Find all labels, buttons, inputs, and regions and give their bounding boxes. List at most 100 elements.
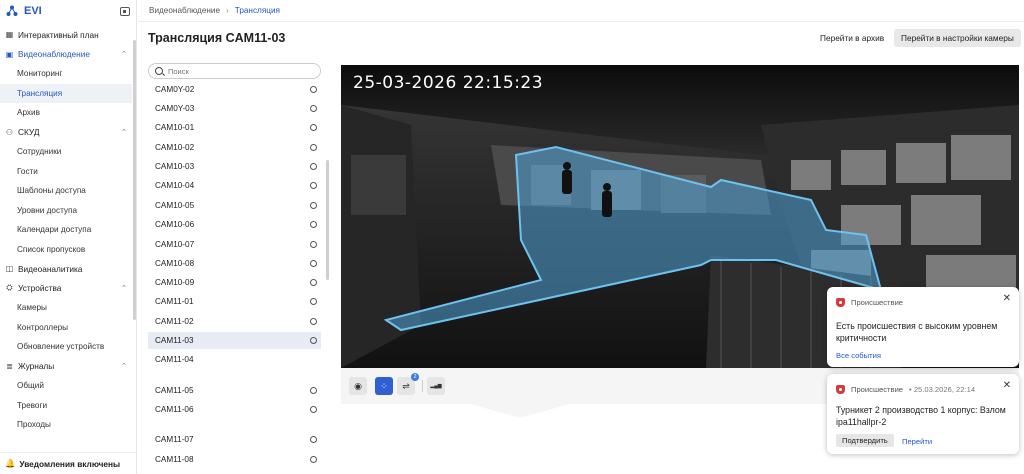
sidebar-item[interactable]: Обновление устройств <box>0 337 136 357</box>
chevron-up-icon[interactable]: ⌃ <box>121 50 127 58</box>
camera-name: CAM10-03 <box>155 162 195 171</box>
camera-list-item[interactable]: CAM10-07 <box>148 236 321 253</box>
sidebar-item[interactable]: Проходы <box>0 415 136 435</box>
camera-list-item[interactable]: CAM11-01 <box>148 293 321 310</box>
camera-list-item[interactable]: CAM0Y-02 <box>148 81 321 98</box>
camera-list-item[interactable]: CAM10-05 <box>148 197 321 214</box>
camera-radio[interactable] <box>310 318 317 325</box>
confirm-button[interactable]: Подтвердить <box>836 434 894 447</box>
go-to-link[interactable]: Перейти <box>902 437 932 446</box>
camera-list-item[interactable]: CAM10-06 <box>148 216 321 233</box>
camera-list-item[interactable]: CAM10-01 <box>148 119 321 136</box>
camera-list-item[interactable]: CAM11-05 <box>148 382 321 399</box>
camera-list-item[interactable]: CAM0Y-03 <box>148 100 321 117</box>
camera-list-item[interactable]: CAM10-03 <box>148 158 321 175</box>
camera-name: CAM11-01 <box>155 297 194 306</box>
snapshot-button[interactable]: ◉ <box>349 377 367 395</box>
sidebar-item[interactable]: Шаблоны доступа <box>0 181 136 201</box>
sidebar-item[interactable]: Мониторинг <box>0 64 136 84</box>
camera-name: CAM10-06 <box>155 220 195 229</box>
journal-icon: ≣ <box>6 361 13 371</box>
sidebar-section-0[interactable]: ▦ Интерактивный план <box>0 25 136 45</box>
sidebar-section-4[interactable]: ⛭ Устройства ⌃ <box>0 279 136 299</box>
chevron-up-icon[interactable]: ⌃ <box>121 362 127 370</box>
notifications-toggle[interactable]: 🔔 Уведомления включены <box>0 452 137 474</box>
camera-list-scrollbar[interactable] <box>326 160 329 280</box>
toast-text: Турникет 2 производство 1 корпус: Взлом … <box>836 405 1006 427</box>
camera-radio[interactable] <box>310 163 317 170</box>
sidebar-item[interactable]: Уровни доступа <box>0 201 136 221</box>
sidebar-item[interactable]: Контроллеры <box>0 318 136 338</box>
sidebar-section-3[interactable]: ◫ Видеоаналитика <box>0 259 136 279</box>
camera-list-item[interactable]: CAM10-02 <box>148 139 321 156</box>
sidebar-section-label: Интерактивный план <box>18 29 99 40</box>
camera-list-item[interactable]: CAM10-09 <box>148 274 321 291</box>
sidebar-section-label: Журналы <box>18 361 55 372</box>
camera-radio[interactable] <box>310 387 317 394</box>
search-input[interactable] <box>168 66 308 76</box>
sidebar-item[interactable]: Камеры <box>0 298 136 318</box>
sidebar-section-label: Видеонаблюдение <box>18 49 90 60</box>
chevron-up-icon[interactable]: ⌃ <box>121 284 127 292</box>
filters-count-badge: 2 <box>411 373 419 381</box>
users-icon: ⚇ <box>5 127 14 137</box>
camera-list-item[interactable]: CAM11-02 <box>148 313 321 330</box>
quality-button[interactable]: ▂▄▆ <box>427 377 445 395</box>
camera-name: CAM10-05 <box>155 201 195 210</box>
camera-radio[interactable] <box>310 298 317 305</box>
camera-radio[interactable] <box>310 406 317 413</box>
camera-radio[interactable] <box>310 279 317 286</box>
camera-radio[interactable] <box>310 456 317 463</box>
camera-radio[interactable] <box>310 221 317 228</box>
sidebar-item[interactable]: Список пропусков <box>0 240 136 260</box>
controls-divider <box>422 380 423 392</box>
sidebar-section-2[interactable]: ⚇ СКУД ⌃ <box>0 123 136 143</box>
sidebar-item[interactable]: Гости <box>0 162 136 182</box>
camera-icon: ▣ <box>5 49 14 59</box>
breadcrumb: Видеонаблюдение › Трансляция <box>138 0 1024 22</box>
go-to-camera-settings-button[interactable]: Перейти в настройки камеры <box>894 29 1021 47</box>
camera-list-item[interactable]: CAM10-04 <box>148 177 321 194</box>
chevron-up-icon[interactable]: ⌃ <box>121 128 127 136</box>
filters-button[interactable]: ⇌ 2 <box>397 373 419 395</box>
sidebar-item[interactable]: Календари доступа <box>0 220 136 240</box>
close-icon[interactable]: ✕ <box>1003 293 1011 304</box>
camera-list-item[interactable]: CAM11-03 <box>148 332 321 349</box>
logo-icon <box>6 5 18 16</box>
breadcrumb-parent[interactable]: Видеонаблюдение <box>149 6 220 15</box>
camera-list-item[interactable]: CAM11-08 <box>148 451 321 468</box>
sidebar-item[interactable]: Сотрудники <box>0 142 136 162</box>
sidebar-item[interactable]: Трансляция <box>0 83 132 103</box>
camera-list-item[interactable]: CAM10-08 <box>148 255 321 272</box>
camera-search[interactable] <box>148 63 321 79</box>
camera-radio[interactable] <box>310 337 317 344</box>
camera-radio[interactable] <box>310 436 317 443</box>
camera-radio[interactable] <box>310 260 317 267</box>
toast-title: Происшествие <box>851 298 904 307</box>
sidebar-item[interactable]: Архив <box>0 103 136 123</box>
sidebar-section-1[interactable]: ▣ Видеонаблюдение ⌃ <box>0 45 136 65</box>
camera-name: CAM11-03 <box>155 336 194 345</box>
camera-icon: ◉ <box>354 380 362 391</box>
camera-radio[interactable] <box>310 144 317 151</box>
camera-list-item[interactable]: CAM11-04 <box>148 351 321 368</box>
camera-list-item[interactable]: CAM11-07 <box>148 431 321 448</box>
close-icon[interactable]: ✕ <box>1003 380 1011 391</box>
zones-toggle-button[interactable]: ⁘ <box>375 377 393 395</box>
camera-radio[interactable] <box>310 182 317 189</box>
all-events-link[interactable]: Все события <box>836 351 881 360</box>
go-to-archive-button[interactable]: Перейти в архив <box>813 29 891 47</box>
sidebar-item[interactable]: Тревоги <box>0 396 136 416</box>
camera-radio[interactable] <box>310 105 317 112</box>
sidebar-collapse-icon[interactable] <box>120 6 130 16</box>
sidebar-section-5[interactable]: ≣ Журналы ⌃ <box>0 357 136 377</box>
sidebar-item[interactable]: Общий <box>0 376 136 396</box>
camera-radio[interactable] <box>310 202 317 209</box>
camera-name: CAM11-05 <box>155 386 194 395</box>
camera-radio[interactable] <box>310 241 317 248</box>
camera-radio[interactable] <box>310 86 317 93</box>
camera-list-item[interactable]: CAM11-06 <box>148 401 321 418</box>
camera-name: CAM10-02 <box>155 143 195 152</box>
camera-radio[interactable] <box>310 124 317 131</box>
sidebar-scrollbar[interactable] <box>133 40 136 320</box>
